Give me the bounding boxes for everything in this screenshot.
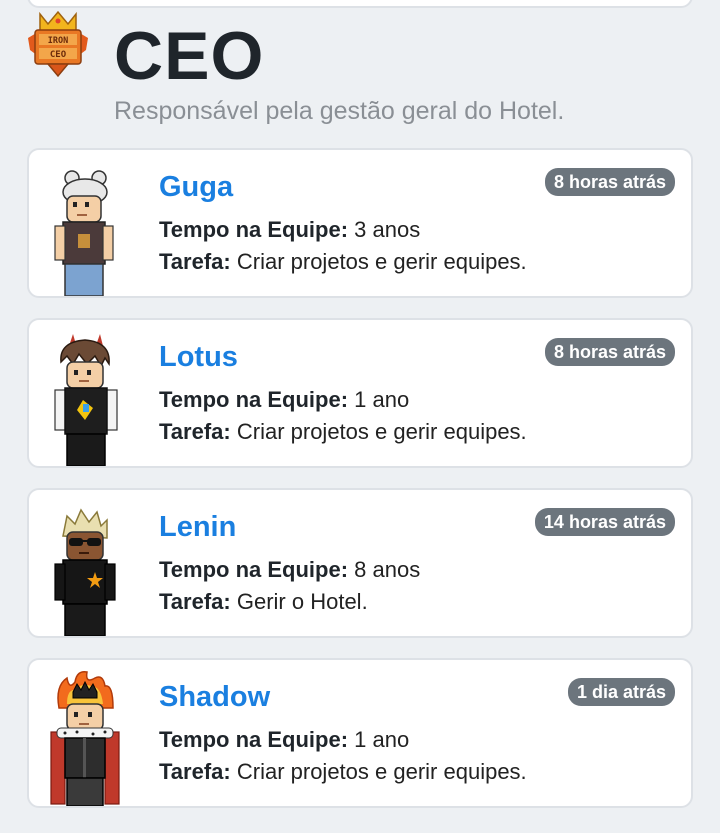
time-label: Tempo na Equipe: bbox=[159, 387, 349, 412]
last-seen-badge: 1 dia atrás bbox=[567, 678, 675, 706]
task-value: Criar projetos e gerir equipes. bbox=[236, 759, 527, 784]
time-label: Tempo na Equipe: bbox=[159, 217, 349, 242]
previous-card-edge bbox=[27, 0, 693, 8]
last-seen-badge: 8 horas atrás bbox=[544, 338, 675, 366]
badge-text-top: IRON bbox=[48, 36, 68, 46]
task-label: Tarefa: bbox=[159, 249, 231, 274]
member-card[interactable]: Lenin 14 horas atrás Tempo na Equipe: 8 … bbox=[27, 488, 693, 638]
task-row: Tarefa: Criar projetos e gerir equipes. bbox=[159, 418, 527, 446]
time-in-team-value: 1 ano bbox=[354, 727, 410, 752]
task-value: Criar projetos e gerir equipes. bbox=[236, 419, 527, 444]
member-card[interactable]: Guga 8 horas atrás Tempo na Equipe: 3 an… bbox=[27, 148, 693, 298]
time-label: Tempo na Equipe: bbox=[159, 557, 349, 582]
role-description: Responsável pela gestão geral do Hotel. bbox=[114, 97, 565, 125]
task-row: Tarefa: Criar projetos e gerir equipes. bbox=[159, 758, 527, 786]
task-row: Tarefa: Gerir o Hotel. bbox=[159, 588, 368, 616]
last-seen-badge: 14 horas atrás bbox=[534, 508, 675, 536]
time-in-team-row: Tempo na Equipe: 1 ano bbox=[159, 726, 409, 754]
member-name[interactable]: Shadow bbox=[159, 680, 270, 714]
time-in-team-value: 8 anos bbox=[354, 557, 421, 582]
task-value: Gerir o Hotel. bbox=[236, 589, 368, 614]
task-label: Tarefa: bbox=[159, 589, 231, 614]
task-label: Tarefa: bbox=[159, 419, 231, 444]
time-in-team-row: Tempo na Equipe: 8 anos bbox=[159, 556, 420, 584]
task-label: Tarefa: bbox=[159, 759, 231, 784]
task-value: Criar projetos e gerir equipes. bbox=[236, 249, 527, 274]
time-label: Tempo na Equipe: bbox=[159, 727, 349, 752]
member-name[interactable]: Lotus bbox=[159, 340, 238, 374]
time-in-team-row: Tempo na Equipe: 3 anos bbox=[159, 216, 420, 244]
member-list: Guga 8 horas atrás Tempo na Equipe: 3 an… bbox=[27, 148, 693, 828]
avatar bbox=[54, 170, 114, 296]
avatar bbox=[54, 334, 118, 466]
time-in-team-value: 1 ano bbox=[354, 387, 410, 412]
member-name[interactable]: Guga bbox=[159, 170, 233, 204]
badge-text-bottom: CEO bbox=[50, 50, 67, 60]
member-card[interactable]: Lotus 8 horas atrás Tempo na Equipe: 1 a… bbox=[27, 318, 693, 468]
member-name[interactable]: Lenin bbox=[159, 510, 236, 544]
time-in-team-value: 3 anos bbox=[354, 217, 421, 242]
avatar bbox=[50, 670, 120, 806]
avatar bbox=[54, 508, 116, 636]
iron-ceo-badge-icon: IRON CEO bbox=[28, 10, 88, 78]
time-in-team-row: Tempo na Equipe: 1 ano bbox=[159, 386, 409, 414]
page-title: CEO bbox=[114, 18, 265, 94]
role-header: IRON CEO CEO Responsável pela gestão ger… bbox=[26, 10, 706, 135]
last-seen-badge: 8 horas atrás bbox=[544, 168, 675, 196]
member-card[interactable]: Shadow 1 dia atrás Tempo na Equipe: 1 an… bbox=[27, 658, 693, 808]
task-row: Tarefa: Criar projetos e gerir equipes. bbox=[159, 248, 527, 276]
